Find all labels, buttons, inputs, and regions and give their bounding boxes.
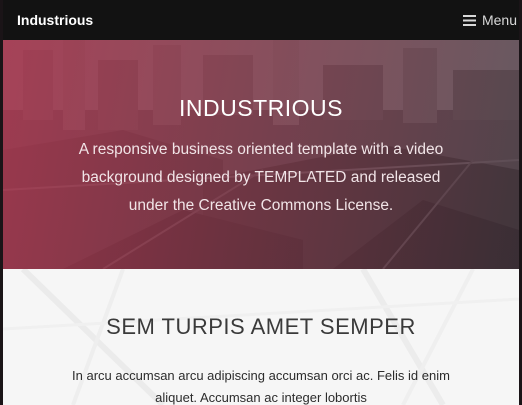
- section-heading: SEM TURPIS AMET SEMPER: [106, 314, 416, 339]
- menu-label: Menu: [481, 12, 517, 28]
- hero-banner: INDUSTRIOUS A responsive business orient…: [3, 40, 519, 269]
- navbar: Industrious Menu: [3, 0, 519, 40]
- content-section: SEM TURPIS AMET SEMPER In arcu accumsan …: [3, 269, 519, 405]
- section-body-text: In arcu accumsan arcu adipiscing accumsa…: [72, 368, 450, 405]
- banner-description: A responsive business oriented template …: [78, 141, 444, 214]
- brand-logo[interactable]: Industrious: [17, 12, 93, 28]
- hamburger-icon: [462, 14, 476, 26]
- banner-content: INDUSTRIOUS A responsive business orient…: [3, 40, 519, 269]
- menu-button[interactable]: Menu: [462, 12, 517, 28]
- page: Industrious Menu INDUSTRIOUS A responsiv…: [3, 0, 519, 405]
- banner-title: INDUSTRIOUS: [179, 95, 343, 121]
